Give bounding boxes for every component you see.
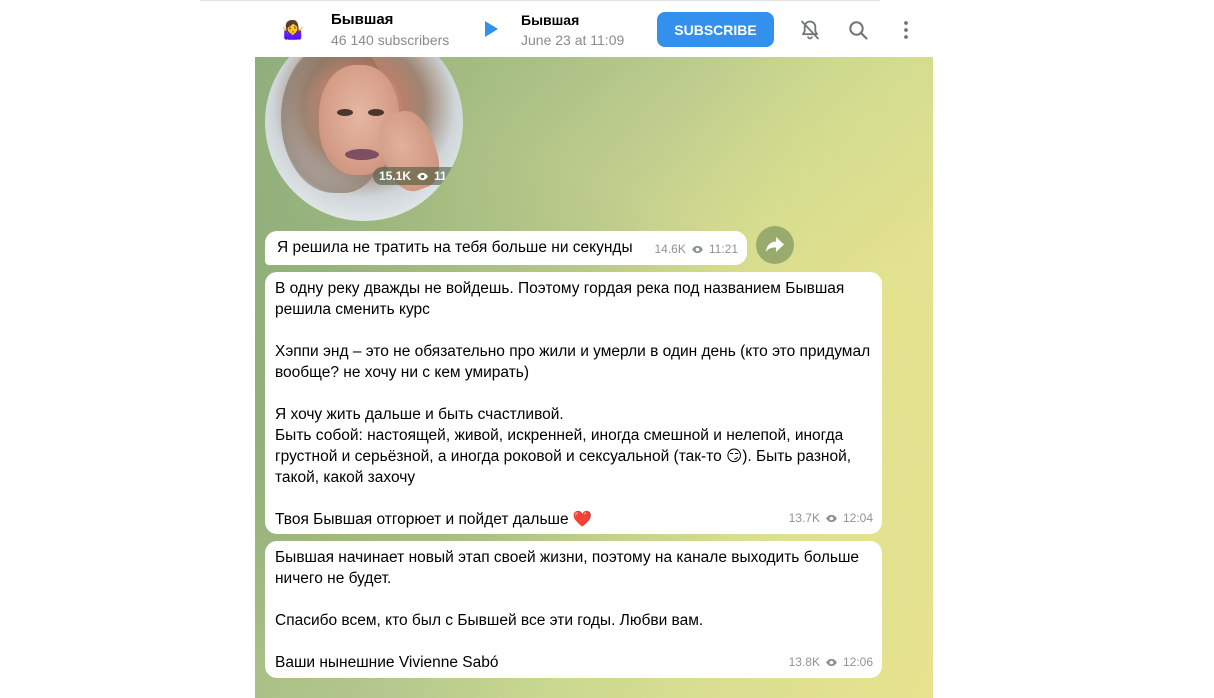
search-icon[interactable] <box>846 18 870 42</box>
view-count: 13.7K <box>788 511 820 525</box>
chat-area[interactable]: 15.1K 11:09 Я решила не тратить на тебя … <box>255 57 933 698</box>
round-video-message[interactable]: 15.1K 11:09 <box>265 57 463 221</box>
message-meta: 13.8K 12:06 <box>789 652 873 673</box>
view-count: 14.6K <box>654 242 686 256</box>
message-paragraph: Хэппи энд – это не обязательно про жили … <box>275 343 871 381</box>
message-paragraph: Твоя Бывшая отгорюет и пойдет дальше ❤️ <box>275 511 593 528</box>
pinned-title: Бывшая <box>521 12 580 28</box>
video-frame-detail <box>368 109 384 116</box>
message-time: 12:04 <box>842 511 873 525</box>
message-paragraph: Спасибо всем, кто был с Бывшей все эти г… <box>275 612 704 629</box>
video-frame-detail <box>345 149 379 160</box>
message-bubble[interactable]: В одну реку дважды не войдешь. Поэтому г… <box>265 272 882 534</box>
forward-button[interactable] <box>756 226 794 264</box>
message-paragraph: В одну реку дважды не войдешь. Поэтому г… <box>275 280 845 318</box>
message-bubble[interactable]: Бывшая начинает новый этап своей жизни, … <box>265 541 882 678</box>
pinned-message-bar[interactable]: Бывшая June 23 at 11:09 <box>485 9 635 51</box>
message-bubble[interactable]: Я решила не тратить на тебя больше ни се… <box>265 231 747 265</box>
eye-icon <box>691 245 703 254</box>
eye-icon <box>417 172 428 180</box>
message-text: В одну реку дважды не войдешь. Поэтому г… <box>275 278 872 530</box>
message-time: 11:09 <box>434 169 463 183</box>
message-text: Бывшая начинает новый этап своей жизни, … <box>275 547 872 673</box>
chat-header: 🤷‍♀️ Бывшая 46 140 subscribers Бывшая Ju… <box>200 0 908 57</box>
view-count: 15.1K <box>379 169 412 183</box>
forward-icon <box>766 237 784 252</box>
play-icon[interactable] <box>485 21 498 37</box>
subscribe-button[interactable]: SUBSCRIBE <box>657 12 774 47</box>
pinned-date: June 23 at 11:09 <box>521 32 625 48</box>
message-meta: 13.7K 12:04 <box>789 508 873 529</box>
message-time: 11:21 <box>708 242 738 256</box>
subscriber-count: 46 140 subscribers <box>331 32 450 48</box>
message-meta: 14.6K 11:21 <box>655 239 739 260</box>
more-vertical-icon[interactable] <box>894 18 918 42</box>
bell-off-icon[interactable] <box>798 18 822 42</box>
message-paragraph: Я хочу жить дальше и быть счастливой. <box>275 406 564 423</box>
channel-avatar[interactable]: 🤷‍♀️ <box>282 19 304 41</box>
message-meta: 15.1K 11:09 <box>373 167 463 185</box>
message-paragraph: Бывшая начинает новый этап своей жизни, … <box>275 549 860 587</box>
eye-icon <box>826 658 837 667</box>
message-paragraph: Быть собой: настоящей, живой, искренней,… <box>275 427 852 486</box>
eye-icon <box>826 514 837 523</box>
message-paragraph: Ваши нынешние Vivienne Sabó <box>275 654 499 671</box>
video-frame-detail <box>337 109 353 116</box>
channel-title[interactable]: Бывшая <box>331 11 393 28</box>
view-count: 13.8K <box>788 655 820 669</box>
message-time: 12:06 <box>842 655 873 669</box>
